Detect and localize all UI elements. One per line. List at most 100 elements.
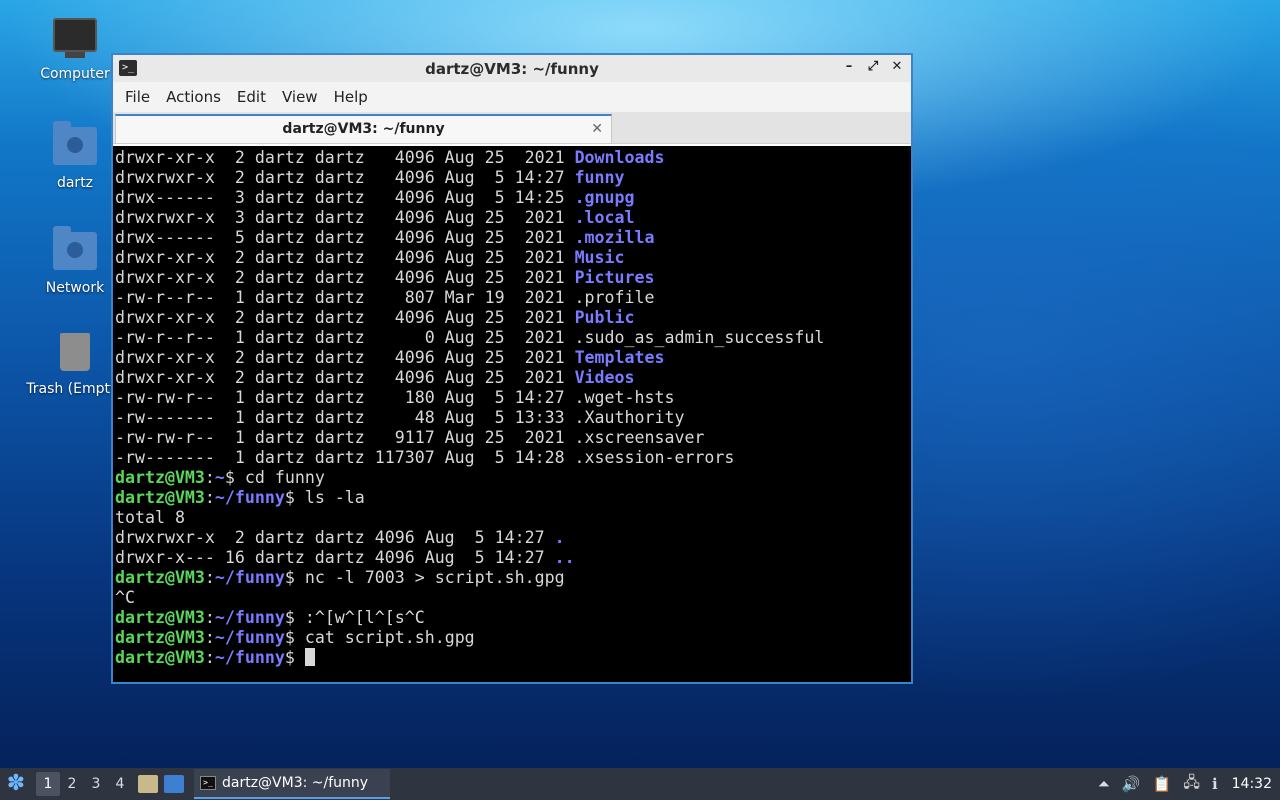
directory-name: Public <box>574 308 635 327</box>
menu-file[interactable]: File <box>117 88 158 106</box>
terminal-line: drwxr-xr-x 2 dartz dartz 4096 Aug 25 202… <box>115 268 909 288</box>
taskbar-task-terminal[interactable]: >_ dartz@VM3: ~/funny <box>194 769 390 799</box>
prompt-user: dartz@VM3 <box>115 608 205 627</box>
tab-terminal[interactable]: dartz@VM3: ~/funny ✕ <box>115 114 612 143</box>
prompt-path: ~/funny <box>214 488 285 507</box>
directory-name: .gnupg <box>574 188 635 207</box>
output-text: drwxr-xr-x 2 dartz dartz 4096 Aug 25 202… <box>115 148 575 167</box>
output-text: drwxrwxr-x 3 dartz dartz 4096 Aug 25 202… <box>115 208 575 227</box>
volume-icon[interactable]: 🔊 <box>1122 775 1141 793</box>
terminal-line: -rw------- 1 dartz dartz 117307 Aug 5 14… <box>115 448 909 468</box>
output-text: -rw------- 1 dartz dartz 48 Aug 5 13:33 … <box>115 408 685 427</box>
minimize-button[interactable]: – <box>841 59 857 75</box>
command-text: $ ls -la <box>284 488 365 507</box>
directory-name: . <box>554 528 565 547</box>
terminal-line: -rw-rw-r-- 1 dartz dartz 180 Aug 5 14:27… <box>115 388 909 408</box>
menu-view[interactable]: View <box>274 88 326 106</box>
prompt-path: ~/funny <box>214 568 285 587</box>
output-text: -rw-r--r-- 1 dartz dartz 807 Mar 19 2021… <box>115 288 655 307</box>
terminal-line: drwxrwxr-x 3 dartz dartz 4096 Aug 25 202… <box>115 208 909 228</box>
terminal-line: total 8 <box>115 508 909 528</box>
terminal-line: dartz@VM3:~/funny$ <box>115 648 909 668</box>
menu-actions[interactable]: Actions <box>158 88 229 106</box>
clipboard-icon[interactable]: 📋 <box>1153 775 1172 793</box>
directory-name: Music <box>574 248 625 267</box>
terminal-line: drwxr-x--- 16 dartz dartz 4096 Aug 5 14:… <box>115 548 909 568</box>
terminal-line: dartz@VM3:~/funny$ cat script.sh.gpg <box>115 628 475 647</box>
tray-up-icon[interactable]: ⏶ <box>1098 775 1110 793</box>
workspace-1[interactable]: 1 <box>36 772 60 796</box>
output-text: drwxr-xr-x 2 dartz dartz 4096 Aug 25 202… <box>115 348 575 367</box>
tab-close-icon[interactable]: ✕ <box>591 116 603 142</box>
command-text: $ cat script.sh.gpg <box>284 628 475 647</box>
output-text: drwxr-xr-x 2 dartz dartz 4096 Aug 25 202… <box>115 308 575 327</box>
prompt-user: dartz@VM3 <box>115 648 205 667</box>
prompt-path: ~/funny <box>214 648 285 667</box>
window-title: dartz@VM3: ~/funny <box>425 59 599 78</box>
output-text: drwxr-xr-x 2 dartz dartz 4096 Aug 25 202… <box>115 248 575 267</box>
prompt-path: ~/funny <box>214 608 285 627</box>
directory-name: Templates <box>574 348 665 367</box>
output-text: ^C <box>115 588 135 607</box>
prompt-user: dartz@VM3 <box>115 568 205 587</box>
workspace-2[interactable]: 2 <box>60 772 84 796</box>
terminal-line: drwxrwxr-x 2 dartz dartz 4096 Aug 5 14:2… <box>115 168 909 188</box>
directory-name: Downloads <box>574 148 665 167</box>
output-text: drwx------ 3 dartz dartz 4096 Aug 5 14:2… <box>115 188 575 207</box>
workspace-4[interactable]: 4 <box>108 772 132 796</box>
output-text: -rw-r--r-- 1 dartz dartz 0 Aug 25 2021 .… <box>115 328 825 347</box>
system-tray: ⏶ 🔊 📋 🖧 ℹ 14:32 <box>1086 768 1280 800</box>
prompt-user: dartz@VM3 <box>115 468 205 487</box>
output-text: drwxr-x--- 16 dartz dartz 4096 Aug 5 14:… <box>115 548 555 567</box>
text-cursor <box>304 648 315 666</box>
directory-name: Pictures <box>574 268 655 287</box>
output-text: drwxrwxr-x 2 dartz dartz 4096 Aug 5 14:2… <box>115 168 575 187</box>
maximize-button[interactable]: ⤢ <box>865 59 881 75</box>
clock[interactable]: 14:32 <box>1232 776 1272 792</box>
task-label: dartz@VM3: ~/funny <box>222 775 369 791</box>
terminal-line: drwxr-xr-x 2 dartz dartz 4096 Aug 25 202… <box>115 248 909 268</box>
file-manager-launcher-icon[interactable] <box>138 775 158 793</box>
computer-icon <box>53 18 97 60</box>
prompt-path: ~/funny <box>214 628 285 647</box>
terminal-line: drwxr-xr-x 2 dartz dartz 4096 Aug 25 202… <box>115 348 909 368</box>
show-desktop-icon[interactable] <box>164 775 184 793</box>
directory-name: .local <box>574 208 635 227</box>
terminal-line: ^C <box>115 588 909 608</box>
terminal-line: -rw-r--r-- 1 dartz dartz 0 Aug 25 2021 .… <box>115 328 909 348</box>
terminal-window: >_ dartz@VM3: ~/funny – ⤢ ✕ File Actions… <box>111 53 913 684</box>
terminal-text: drwxr-xr-x 2 dartz dartz 4096 Aug 25 202… <box>115 148 909 668</box>
terminal-line: dartz@VM3:~/funny$ ls -la <box>115 488 365 507</box>
terminal-output[interactable]: drwxr-xr-x 2 dartz dartz 4096 Aug 25 202… <box>113 146 911 682</box>
prompt-user: dartz@VM3 <box>115 488 205 507</box>
home-folder-icon <box>53 121 97 169</box>
terminal-line: drwx------ 5 dartz dartz 4096 Aug 25 202… <box>115 228 909 248</box>
menu-bar: File Actions Edit View Help <box>113 82 911 112</box>
terminal-line: dartz@VM3:~$ cd funny <box>115 468 325 487</box>
terminal-line: dartz@VM3:~/funny$ nc -l 7003 > script.s… <box>115 568 565 587</box>
command-text: $ <box>284 648 305 667</box>
workspace-3[interactable]: 3 <box>84 772 108 796</box>
notification-icon[interactable]: ℹ <box>1212 775 1218 793</box>
terminal-line: -rw-rw-r-- 1 dartz dartz 9117 Aug 25 202… <box>115 428 909 448</box>
tab-bar: dartz@VM3: ~/funny ✕ <box>113 112 911 144</box>
trash-icon <box>53 333 97 375</box>
start-menu-icon[interactable]: ✽ <box>2 770 30 798</box>
close-button[interactable]: ✕ <box>889 59 905 75</box>
menu-edit[interactable]: Edit <box>229 88 274 106</box>
terminal-line: drwx------ 3 dartz dartz 4096 Aug 5 14:2… <box>115 188 909 208</box>
terminal-line: dartz@VM3:~/funny$ :^[w^[l^[s^C <box>115 608 425 627</box>
output-text: drwxr-xr-x 2 dartz dartz 4096 Aug 25 202… <box>115 368 575 387</box>
output-text: drwxrwxr-x 2 dartz dartz 4096 Aug 5 14:2… <box>115 528 555 547</box>
terminal-app-icon[interactable]: >_ <box>119 60 137 76</box>
menu-help[interactable]: Help <box>326 88 376 106</box>
network-icon[interactable]: 🖧 <box>1183 772 1200 797</box>
terminal-task-icon: >_ <box>200 776 216 790</box>
terminal-line: drwxrwxr-x 2 dartz dartz 4096 Aug 5 14:2… <box>115 528 909 548</box>
taskbar: ✽ 1 2 3 4 >_ dartz@VM3: ~/funny ⏶ 🔊 📋 🖧 … <box>0 768 1280 800</box>
output-text: drwxr-xr-x 2 dartz dartz 4096 Aug 25 202… <box>115 268 575 287</box>
title-bar[interactable]: >_ dartz@VM3: ~/funny – ⤢ ✕ <box>113 55 911 82</box>
tab-title: dartz@VM3: ~/funny <box>282 121 445 137</box>
output-text: drwx------ 5 dartz dartz 4096 Aug 25 202… <box>115 228 575 247</box>
prompt-user: dartz@VM3 <box>115 628 205 647</box>
